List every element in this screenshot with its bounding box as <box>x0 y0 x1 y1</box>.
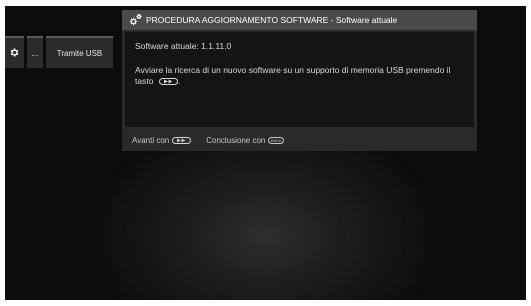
dialog-header: PROCEDURA AGGIORNAMENTO SOFTWARE - Softw… <box>122 10 477 30</box>
gear-icon <box>9 47 20 60</box>
back-key-text: BACK <box>270 138 282 143</box>
settings-menu-strip: ... Tramite USB <box>5 36 116 68</box>
fast-forward-key-icon <box>158 78 178 86</box>
menu-item-more[interactable]: ... <box>27 36 43 68</box>
instruction-text-block: Avviare la ricerca di un nuovo software … <box>135 65 470 87</box>
fast-forward-key-icon <box>172 137 192 144</box>
dialog-footer: Avanti con Conclusione con BACK <box>132 136 299 145</box>
gears-icon <box>127 12 143 28</box>
menu-item-usb[interactable]: Tramite USB <box>46 36 113 68</box>
instruction-end: . <box>177 76 181 86</box>
next-hint-label: Avanti con <box>132 136 170 145</box>
current-software-version: Software attuale: 1.1.11.0 <box>135 41 232 51</box>
instruction-text: Avviare la ricerca di un nuovo software … <box>135 65 451 86</box>
next-hint[interactable]: Avanti con <box>132 136 192 145</box>
close-hint[interactable]: Conclusione con BACK <box>206 136 285 145</box>
menu-item-usb-label: Tramite USB <box>56 48 103 58</box>
dialog-body: Software attuale: 1.1.11.0 Avviare la ri… <box>125 32 474 127</box>
close-hint-label: Conclusione con <box>206 136 266 145</box>
menu-item-settings[interactable] <box>5 36 24 68</box>
software-update-dialog: PROCEDURA AGGIORNAMENTO SOFTWARE - Softw… <box>122 10 477 151</box>
tv-screen: ... Tramite USB PROCEDURA AGGIORNAMENTO … <box>5 6 526 300</box>
menu-item-more-label: ... <box>31 48 39 58</box>
dialog-title: PROCEDURA AGGIORNAMENTO SOFTWARE - Softw… <box>146 15 398 25</box>
back-key-icon: BACK <box>268 137 285 144</box>
